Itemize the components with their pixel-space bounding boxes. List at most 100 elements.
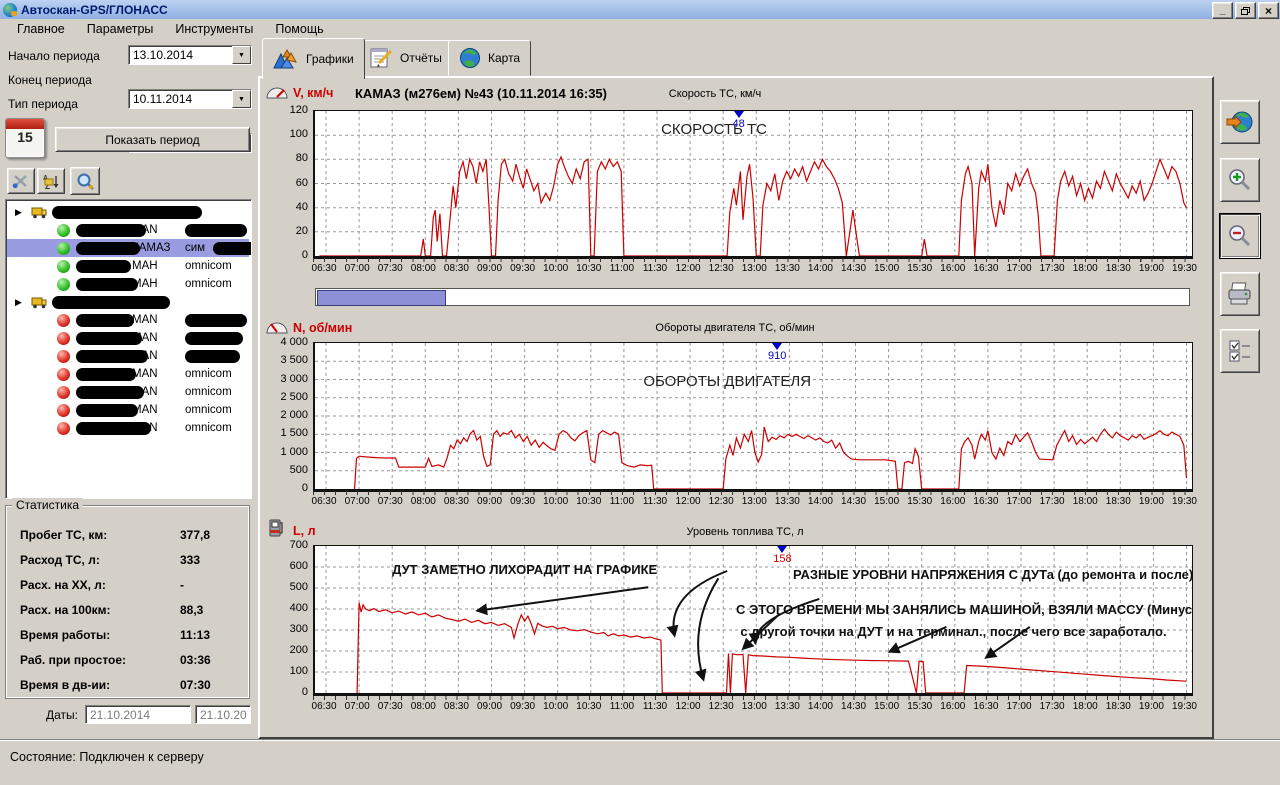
y-axis-tick: 200: [262, 644, 308, 656]
restore-button[interactable]: [1235, 2, 1256, 19]
stat-value: 333: [180, 553, 200, 567]
y-axis-tick: 60: [262, 177, 308, 189]
x-axis-tick: 16:00: [936, 701, 970, 712]
vehicle-terminal: omnicom: [185, 260, 232, 272]
x-axis-tick: 18:30: [1101, 263, 1135, 274]
report-icon: [369, 47, 393, 69]
vehicle-tree: ▶MANКАМАЗсимМАНomnicomМАНomnicom▶MANMANM…: [5, 199, 252, 499]
x-axis-tick: 06:30: [307, 263, 341, 274]
vehicle-brand: MAN: [132, 422, 158, 434]
print-button[interactable]: [1220, 272, 1260, 316]
tools-button[interactable]: [7, 168, 35, 194]
x-axis-ticks: [313, 696, 1190, 700]
expand-arrow-icon[interactable]: ▶: [15, 207, 25, 218]
x-axis-tick: 12:30: [704, 496, 738, 507]
x-axis-tick: 15:30: [903, 263, 937, 274]
menu-item-0[interactable]: Главное: [6, 20, 76, 38]
x-axis-tick: 10:30: [572, 701, 606, 712]
title-bar: Автоскан-GPS/ГЛОНАСС _ ×: [0, 0, 1280, 19]
y-axis-tick: 3 000: [262, 373, 308, 385]
zoom-out-button[interactable]: [1220, 214, 1260, 258]
tab-graphs[interactable]: Графики: [262, 38, 365, 79]
field-combo-0[interactable]: 13.10.2014▼: [128, 45, 252, 65]
x-axis-tick: 08:30: [439, 496, 473, 507]
date-to-input[interactable]: [195, 705, 251, 724]
redacted-vehicle-name: [76, 242, 140, 255]
vehicle-brand: МАН: [132, 260, 158, 272]
menu-item-1[interactable]: Параметры: [76, 20, 165, 38]
tree-row[interactable]: МАНomnicom: [7, 275, 249, 293]
tree-row[interactable]: МАН omnicom: [7, 257, 249, 275]
y-axis-tick: 20: [262, 225, 308, 237]
menu-item-3[interactable]: Помощь: [264, 20, 334, 38]
dropdown-arrow-icon[interactable]: ▼: [232, 46, 251, 64]
field-label-0: Начало периода: [8, 49, 100, 63]
y-axis-tick: 0: [262, 482, 308, 494]
tree-group-row[interactable]: ▶: [7, 203, 249, 221]
vehicle-brand: MAN: [132, 224, 158, 236]
tab-graphs-label: Графики: [306, 52, 354, 66]
tree-row[interactable]: MAN: [7, 221, 249, 239]
show-period-button[interactable]: Показать период: [55, 127, 250, 152]
window-title: Автоскан-GPS/ГЛОНАСС: [21, 3, 168, 17]
statistics-title: Статистика: [12, 498, 83, 512]
stat-value: 07:30: [180, 678, 211, 692]
tab-map[interactable]: Карта: [448, 40, 531, 76]
vehicle-brand: МАН: [132, 278, 158, 290]
tab-reports[interactable]: Отчёты: [358, 40, 453, 76]
y-axis-tick: 1 000: [262, 446, 308, 458]
search-button[interactable]: [70, 167, 100, 195]
stat-row: Расх. на ХХ, л:-: [20, 578, 240, 592]
tree-row[interactable]: MAN: [7, 347, 249, 365]
show-on-map-button[interactable]: [1220, 100, 1260, 144]
map-globe-icon: [1226, 108, 1254, 136]
time-scrollbar[interactable]: [315, 288, 1190, 306]
vehicle-brand: MAN: [132, 314, 158, 326]
stat-value: 03:36: [180, 653, 211, 667]
dropdown-arrow-icon[interactable]: ▼: [232, 90, 251, 108]
y-axis-tick: 4 000: [262, 336, 308, 348]
scrollbar-thumb[interactable]: [317, 290, 446, 306]
x-axis-tick: 18:00: [1068, 496, 1102, 507]
tree-row[interactable]: MAN: [7, 311, 249, 329]
tree-row[interactable]: MANomnicom: [7, 419, 249, 437]
globe-icon: [459, 47, 481, 69]
x-axis-tick: 09:00: [473, 496, 507, 507]
sort-az-icon: A Z: [42, 173, 60, 190]
tree-row[interactable]: КАМАЗсим: [7, 239, 249, 257]
zoom-in-button[interactable]: [1220, 158, 1260, 202]
tree-group-row[interactable]: ▶: [7, 293, 249, 311]
report-options-button[interactable]: [1220, 329, 1260, 373]
y-axis-tick: 700: [262, 539, 308, 551]
x-axis-tick: 18:30: [1101, 496, 1135, 507]
y-axis-tick: 80: [262, 152, 308, 164]
sort-az-button[interactable]: A Z: [37, 168, 65, 194]
menu-item-2[interactable]: Инструменты: [164, 20, 264, 38]
field-value-0: 13.10.2014: [129, 48, 232, 62]
fuel-pump-icon: [268, 518, 284, 537]
y-axis-tick: 0: [262, 686, 308, 698]
fuel-chart-title: Уровень топлива ТС, л: [686, 526, 803, 538]
tree-row[interactable]: MANomnicom: [7, 365, 249, 383]
x-axis-tick: 16:30: [969, 496, 1003, 507]
x-axis-tick: 08:00: [406, 263, 440, 274]
x-axis-tick: 12:00: [671, 263, 705, 274]
x-axis-tick: 09:30: [506, 263, 540, 274]
tree-row[interactable]: MANomnicom: [7, 383, 249, 401]
field-combo-1[interactable]: 10.11.2014▼: [128, 89, 252, 109]
expand-arrow-icon[interactable]: ▶: [15, 297, 25, 308]
close-button[interactable]: ×: [1258, 2, 1279, 19]
tree-row[interactable]: MAN: [7, 329, 249, 347]
tools-icon: [12, 173, 30, 189]
redacted-vehicle-name: [76, 368, 136, 381]
tree-row[interactable]: MANomnicom: [7, 401, 249, 419]
calendar-icon[interactable]: 15: [5, 118, 45, 158]
redacted-vehicle-name: [76, 278, 138, 291]
date-from-input[interactable]: [85, 705, 191, 724]
x-axis-tick: 07:00: [340, 496, 374, 507]
x-axis-tick: 11:30: [638, 496, 672, 507]
x-axis-tick: 10:30: [572, 263, 606, 274]
redacted-vehicle-name: [76, 260, 131, 273]
field-value-1: 10.11.2014: [129, 92, 232, 106]
minimize-button[interactable]: _: [1212, 2, 1233, 19]
